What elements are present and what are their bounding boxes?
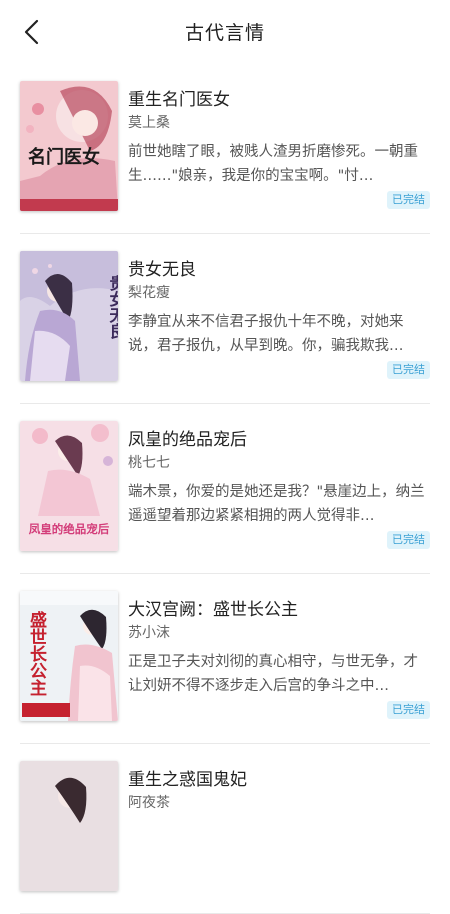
cover-illustration: 凤皇的绝品宠后: [20, 421, 118, 551]
book-description: 李静宜从来不信君子报仇十年不晚，对她来说，君子报仇，从早到晚。你，骗我欺我…: [128, 314, 404, 354]
cover-illustration: 盛世长公主: [20, 591, 118, 721]
status-badge: 已完结: [387, 531, 430, 549]
book-author: 梨花瘦: [128, 285, 170, 301]
book-author: 苏小沫: [128, 625, 170, 641]
book-description: 端木景，你爱的是她还是我？"悬崖边上，纳兰遥遥望着那边紧紧相拥的两人觉得非…: [128, 484, 425, 524]
book-cover[interactable]: [20, 761, 118, 891]
cover-illustration: 贵女无良: [20, 251, 118, 381]
status-badge: 已完结: [387, 191, 430, 209]
book-title[interactable]: 贵女无良: [128, 255, 196, 280]
book-item[interactable]: 名门医女 重生名门医女 莫上桑 前世她瞎了眼，被贱人渣男折磨惨死。一朝重生……"…: [0, 64, 450, 234]
book-cover[interactable]: 贵女无良: [20, 251, 118, 381]
page-title: 古代言情: [184, 22, 265, 44]
book-author: 阿夜茶: [128, 795, 170, 811]
book-title[interactable]: 重生名门医女: [128, 85, 230, 110]
book-cover[interactable]: 盛世长公主: [20, 591, 118, 721]
book-item[interactable]: 凤皇的绝品宠后 凤皇的绝品宠后 桃七七 端木景，你爱的是她还是我？"悬崖边上，纳…: [0, 404, 450, 574]
cover-title: 贵女无良: [107, 274, 119, 340]
book-cover[interactable]: 凤皇的绝品宠后: [20, 421, 118, 551]
book-author: 桃七七: [128, 455, 170, 471]
status-badge: 已完结: [387, 361, 430, 379]
book-cover[interactable]: 名门医女: [20, 81, 118, 211]
cover-illustration: [20, 761, 118, 891]
book-description: 前世她瞎了眼，被贱人渣男折磨惨死。一朝重生……"娘亲，我是你的宝宝啊。"忖…: [128, 144, 418, 184]
cover-title: 凤皇的绝品宠后: [29, 522, 110, 536]
book-item[interactable]: 重生之惑国鬼妃 阿夜茶: [0, 744, 450, 914]
book-item[interactable]: 贵女无良 贵女无良 梨花瘦 李静宜从来不信君子报仇十年不晚，对她来说，君子报仇，…: [0, 234, 450, 404]
book-title[interactable]: 凤皇的绝品宠后: [128, 425, 247, 450]
book-list: 名门医女 重生名门医女 莫上桑 前世她瞎了眼，被贱人渣男折磨惨死。一朝重生……"…: [0, 64, 450, 914]
cover-title: 盛世长公主: [26, 610, 47, 696]
book-title[interactable]: 大汉宫阙：盛世长公主: [128, 595, 298, 620]
cover-illustration: 名门医女: [20, 81, 118, 211]
cover-title: 名门医女: [28, 146, 100, 168]
app-header: 古代言情: [0, 0, 450, 64]
book-description: 正是卫子夫对刘彻的真心相守，与世无争，才让刘妍不得不逐步走入后宫的争斗之中…: [128, 654, 418, 694]
book-title[interactable]: 重生之惑国鬼妃: [128, 765, 247, 790]
status-badge: 已完结: [387, 701, 430, 719]
book-author: 莫上桑: [128, 115, 170, 131]
book-item[interactable]: 盛世长公主 大汉宫阙：盛世长公主 苏小沫 正是卫子夫对刘彻的真心相守，与世无争，…: [0, 574, 450, 744]
